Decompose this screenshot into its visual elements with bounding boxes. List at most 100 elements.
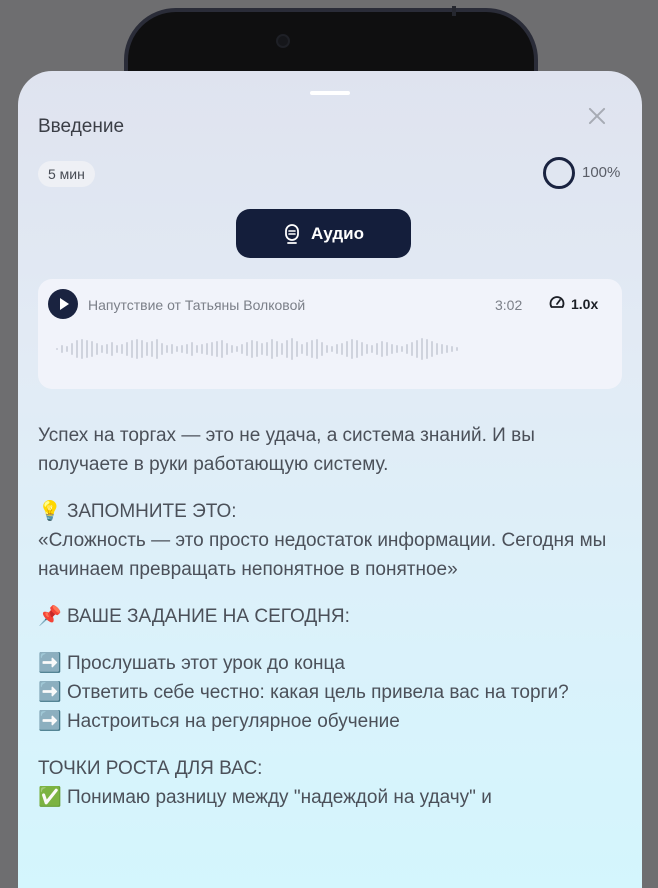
waveform-bar <box>371 345 373 353</box>
waveform-bar <box>141 340 143 358</box>
waveform-bar <box>226 343 228 355</box>
waveform-bar <box>246 342 248 356</box>
waveform-bar <box>416 340 418 358</box>
waveform-bar <box>101 345 103 353</box>
waveform-bar <box>136 339 138 359</box>
waveform-bar <box>346 341 348 357</box>
waveform-bar <box>96 343 98 355</box>
progress-ring <box>543 157 575 189</box>
task-item: ➡️ Настроиться на регулярное обучение <box>38 707 618 736</box>
waveform-bar <box>431 341 433 357</box>
waveform-bar <box>91 341 93 357</box>
waveform-bar <box>336 344 338 354</box>
waveform-bar <box>211 342 213 356</box>
waveform-bar <box>266 342 268 356</box>
audio-button-label: Аудио <box>311 223 364 243</box>
waveform-bar <box>406 344 408 354</box>
sheet-grabber[interactable] <box>310 91 350 95</box>
waveform-bar <box>316 339 318 359</box>
waveform-bar <box>391 344 393 354</box>
waveform-bar <box>366 344 368 354</box>
lightbulb-icon: 💡 <box>38 500 62 522</box>
waveform-bar <box>71 343 73 355</box>
waveform-bar <box>326 345 328 353</box>
arrow-right-icon: ➡️ <box>38 652 62 674</box>
waveform-bar <box>276 341 278 357</box>
waveform-bar <box>331 346 333 352</box>
progress-percent: 100% <box>582 164 621 181</box>
waveform-bar <box>356 340 358 358</box>
speedometer-icon <box>549 295 565 312</box>
arrow-right-icon: ➡️ <box>38 710 62 732</box>
waveform-bar <box>146 342 148 356</box>
waveform-bar <box>251 340 253 358</box>
audio-button[interactable]: Аудио <box>236 209 411 258</box>
waveform-bar <box>176 346 178 352</box>
waveform-bar <box>171 344 173 354</box>
waveform-bar <box>281 343 283 355</box>
lesson-title: Введение <box>38 116 125 137</box>
waveform-bar <box>361 342 363 356</box>
task-item: ➡️ Прослушать этот урок до конца <box>38 649 618 678</box>
track-title: Напутствие от Татьяны Волковой <box>88 297 306 313</box>
waveform-bar <box>131 340 133 358</box>
waveform-bar <box>341 343 343 355</box>
waveform-bar <box>156 339 158 359</box>
waveform-bar <box>81 339 83 359</box>
task-item-text: Настроиться на регулярное обучение <box>66 711 400 732</box>
growth-item: ✅ Понимаю разницу между "надеждой на уда… <box>38 783 618 812</box>
audio-waveform[interactable] <box>56 325 606 373</box>
waveform-bar <box>451 346 453 352</box>
waveform-bar <box>351 339 353 359</box>
waveform-bar <box>286 340 288 358</box>
waveform-bar <box>61 345 63 353</box>
waveform-bar <box>86 340 88 358</box>
audio-player: Напутствие от Татьяны Волковой 3:02 1.0x <box>38 279 622 389</box>
waveform-bar <box>151 341 153 357</box>
waveform-bar <box>106 344 108 354</box>
microphone-icon <box>283 223 301 244</box>
task-item-text: Прослушать этот урок до конца <box>66 653 345 674</box>
arrow-right-icon: ➡️ <box>38 681 62 703</box>
waveform-bar <box>201 344 203 354</box>
waveform-bar <box>221 340 223 358</box>
waveform-bar <box>231 345 233 353</box>
waveform-bar <box>296 341 298 357</box>
task-item: ➡️ Ответить себе честно: какая цель прив… <box>38 678 618 707</box>
playback-speed-label: 1.0x <box>571 295 599 312</box>
track-duration: 3:02 <box>495 297 523 313</box>
waveform-bar <box>256 341 258 357</box>
play-icon[interactable] <box>48 289 78 319</box>
waveform-bar <box>411 342 413 356</box>
waveform-bar <box>241 344 243 354</box>
waveform-bar <box>421 338 423 360</box>
growth-block: ТОЧКИ РОСТА ДЛЯ ВАС: ✅ Понимаю разницу м… <box>38 754 618 812</box>
waveform-bar <box>321 342 323 356</box>
playback-speed-button[interactable]: 1.0x <box>549 295 598 312</box>
close-icon[interactable] <box>584 103 610 129</box>
duration-badge: 5 мин <box>38 161 95 187</box>
waveform-bar <box>206 343 208 355</box>
waveform-bar <box>311 340 313 358</box>
waveform-bar <box>436 343 438 355</box>
waveform-bar <box>381 341 383 357</box>
check-mark-icon: ✅ <box>38 786 62 808</box>
waveform-bar <box>191 342 193 356</box>
task-heading: ВАШЕ ЗАДАНИЕ НА СЕГОДНЯ: <box>66 606 350 627</box>
remember-heading-line: 💡 ЗАПОМНИТЕ ЭТО: <box>38 497 618 526</box>
waveform-bar <box>301 344 303 354</box>
waveform-bar <box>426 339 428 359</box>
waveform-bar <box>111 342 113 356</box>
waveform-bar <box>271 339 273 359</box>
waveform-bar <box>161 343 163 355</box>
waveform-bar <box>196 345 198 353</box>
waveform-bar <box>76 340 78 358</box>
waveform-bar <box>166 345 168 353</box>
waveform-bar <box>291 338 293 360</box>
remember-quote: «Сложность — это просто недостаток инфор… <box>38 530 607 580</box>
waveform-bar <box>126 342 128 356</box>
lesson-sheet: Введение 5 мин 100% Аудио Напутствие от … <box>18 71 642 888</box>
remember-block: 💡 ЗАПОМНИТЕ ЭТО: «Сложность — это просто… <box>38 497 618 584</box>
waveform-bar <box>456 347 458 351</box>
waveform-bar <box>386 342 388 356</box>
